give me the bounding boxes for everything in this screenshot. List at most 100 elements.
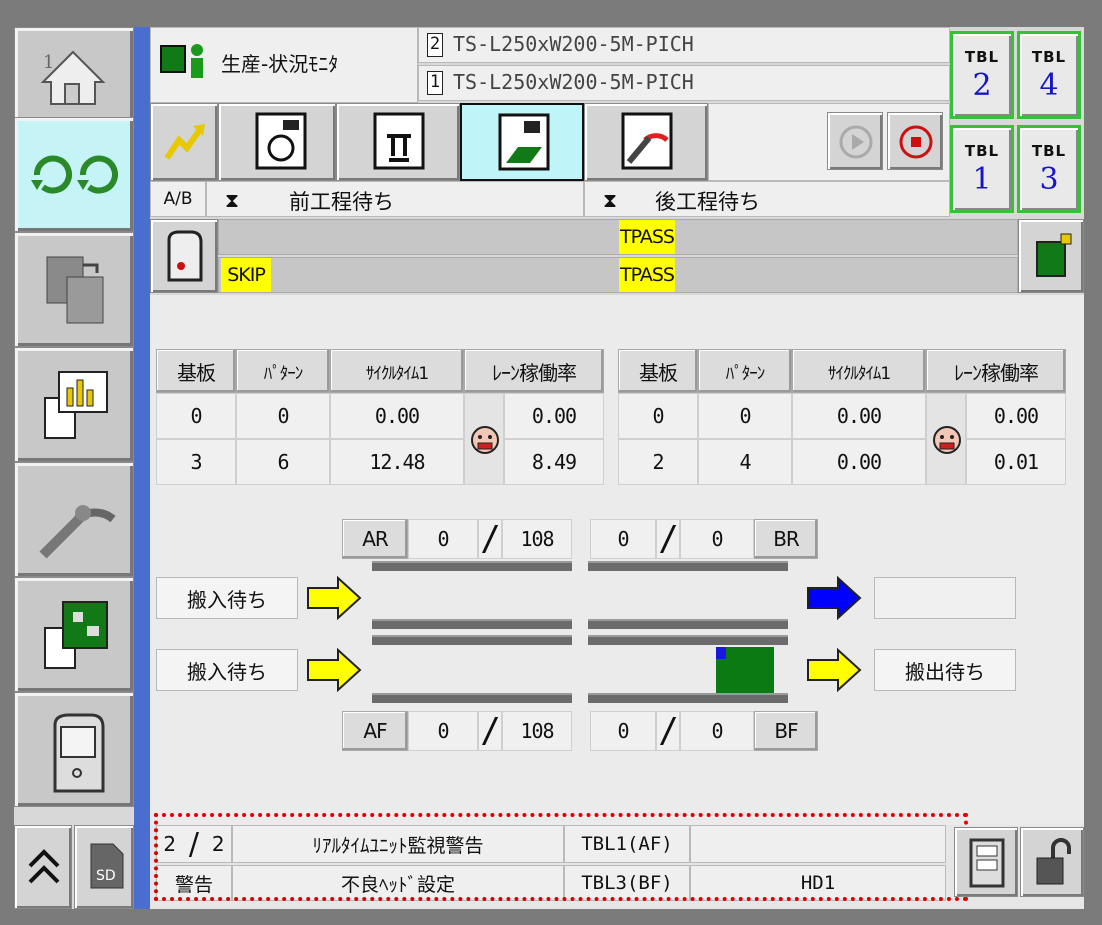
right-r2-cycle: 0.00 (792, 439, 926, 485)
header-pattern: ﾊﾟﾀｰﾝ (236, 349, 330, 393)
tab-placement[interactable] (460, 103, 584, 181)
pcb-document-icon (44, 601, 108, 669)
rear-in-status: 搬入待ち (156, 577, 298, 619)
tbl-label: TBL (964, 48, 1000, 66)
left-r1-cycle: 0.00 (330, 393, 464, 439)
tbl-2-button[interactable]: TBL 2 (950, 31, 1014, 119)
rate-face-cell (464, 393, 504, 485)
lane-table-left: 基板 ﾊﾟﾀｰﾝ ｻｲｸﾙﾀｲﾑ1 ﾚｰﾝ稼働率 0 0 0.00 0.00 3… (156, 349, 604, 485)
pcb-view-button[interactable] (1018, 219, 1084, 293)
af-count: 0 (408, 711, 478, 751)
sd-card-icon: SD (90, 843, 124, 889)
front-out-status: 搬出待ち (874, 649, 1016, 691)
unit-icon (167, 230, 203, 282)
lane1-number: 1 (427, 71, 443, 95)
production-monitor-icon (160, 44, 203, 78)
tbl-number: 3 (1039, 162, 1059, 197)
left-r1-rate: 0.00 (504, 393, 604, 439)
br-slash: / (656, 519, 680, 559)
sad-face-icon (471, 426, 499, 454)
film-list-icon (969, 838, 1005, 888)
wrench-gauge-icon (39, 505, 116, 559)
flag-row-front: SKIP TPASS (218, 257, 1018, 293)
rear-out-status (874, 577, 1016, 619)
tpass-rear-flag: TPASS (619, 220, 675, 254)
af-slash: / (478, 711, 502, 751)
bf-slash: / (656, 711, 680, 751)
rear-in-arrow-icon (307, 576, 362, 620)
sad-face-icon (933, 426, 961, 454)
stop-icon (899, 125, 933, 159)
alarm-list-button[interactable] (954, 827, 1018, 897)
nozzle-icon (373, 112, 425, 170)
rear-out-arrow-icon (807, 576, 862, 620)
right-r1-rate: 0.00 (966, 393, 1066, 439)
rail-rear-bottom-right (588, 619, 788, 629)
skip-flag: SKIP (221, 258, 271, 292)
rail-front-bottom-right (588, 693, 788, 703)
tbl-number: 2 (972, 68, 992, 103)
left-r2-cycle: 12.48 (330, 439, 464, 485)
recipe-lane1: 1 TS-L250xW200-5M-PICH (418, 65, 950, 101)
left-r1-pattern: 0 (236, 393, 330, 439)
ar-total: 108 (502, 519, 572, 559)
unit-button[interactable] (150, 219, 218, 293)
main-window: 1 SD 生産-状況ﾓﾆﾀ 2 TS-L250xW200-5M-PICH 1 T… (14, 27, 1084, 909)
trend-arrow-icon (164, 124, 205, 160)
lane2-number: 2 (427, 33, 443, 57)
pcb-button[interactable] (14, 577, 134, 692)
lock-button[interactable] (1020, 827, 1084, 897)
stop-button[interactable] (887, 112, 943, 170)
front-in-status: 搬入待ち (156, 649, 298, 691)
machine-button[interactable] (14, 692, 134, 807)
scroll-up-button[interactable] (14, 825, 72, 909)
tools-button[interactable] (14, 462, 134, 577)
right-r2-pattern: 4 (698, 439, 792, 485)
copy-icon (46, 256, 104, 324)
tab-gauge[interactable] (584, 103, 708, 181)
alarm-highlight-outline (154, 813, 968, 901)
tpass-front-flag: TPASS (619, 258, 675, 292)
right-r1-cycle: 0.00 (792, 393, 926, 439)
trend-button[interactable] (150, 103, 218, 181)
hourglass-icon: ⧗ (603, 188, 618, 212)
bf-count: 0 (590, 711, 656, 751)
copy-button[interactable] (14, 232, 134, 347)
report-button[interactable] (14, 347, 134, 462)
rail-rear-top-left (372, 561, 572, 571)
tbl-number: 4 (1039, 68, 1059, 103)
bf-label: BF (754, 711, 818, 751)
home-icon: 1 (40, 50, 106, 105)
af-label: AF (342, 711, 408, 751)
tbl-label: TBL (964, 142, 1000, 160)
right-r2-rate: 0.01 (966, 439, 1066, 485)
production-button[interactable] (14, 117, 134, 232)
accent-bar (134, 27, 150, 909)
front-out-arrow-icon (807, 648, 862, 692)
feeder-icon (255, 112, 307, 170)
production-icon (31, 155, 118, 194)
front-in-arrow-icon (307, 648, 362, 692)
tbl-1-button[interactable]: TBL 1 (950, 125, 1014, 213)
header-lane-rate: ﾚｰﾝ稼働率 (464, 349, 604, 393)
header-cycle-time: ｻｲｸﾙﾀｲﾑ1 (792, 349, 926, 393)
rail-front-bottom-left (372, 693, 572, 703)
lock-icon (1036, 838, 1071, 885)
left-r2-rate: 8.49 (504, 439, 604, 485)
play-button[interactable] (827, 112, 883, 170)
double-chevron-up-icon (28, 849, 60, 884)
flag-row-rear: TPASS (218, 219, 1018, 255)
tab-nozzle[interactable] (336, 103, 460, 181)
recipe-name-lane1: TS-L250xW200-5M-PICH (453, 70, 694, 94)
sd-card-button[interactable]: SD (74, 825, 134, 909)
header-board: 基板 (156, 349, 236, 393)
af-total: 108 (502, 711, 572, 751)
rail-rear-bottom-left (372, 619, 572, 629)
ab-label: A/B (150, 181, 206, 217)
tbl-4-button[interactable]: TBL 4 (1017, 31, 1081, 119)
tab-feeder[interactable] (218, 103, 336, 181)
tbl-3-button[interactable]: TBL 3 (1017, 125, 1081, 213)
lane-table-right: 基板 ﾊﾟﾀｰﾝ ｻｲｸﾙﾀｲﾑ1 ﾚｰﾝ稼働率 0 0 0.00 0.00 2… (618, 349, 1066, 485)
play-icon (839, 125, 873, 159)
right-r2-board: 2 (618, 439, 698, 485)
